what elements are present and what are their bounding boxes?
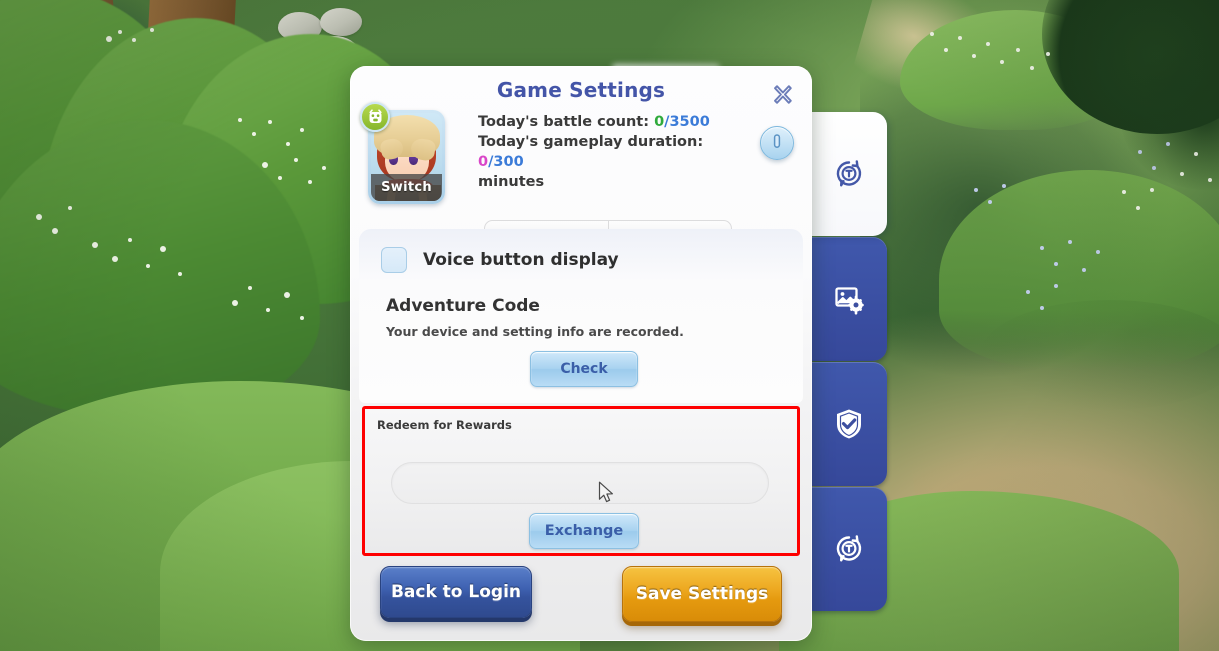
tab-translate-top[interactable] bbox=[811, 112, 887, 236]
flower-speck bbox=[988, 200, 992, 204]
game-settings-dialog: Game Settings Switch Today's battle coun… bbox=[350, 66, 812, 641]
flower-speck bbox=[1138, 150, 1142, 154]
flower-speck bbox=[1000, 60, 1004, 64]
daily-stats: Today's battle count: 0/3500 Today's gam… bbox=[478, 112, 726, 192]
flower-speck bbox=[300, 316, 304, 320]
gameplay-duration-line: Today's gameplay duration: 0/300 minutes bbox=[478, 132, 726, 192]
tab-shield-check[interactable] bbox=[811, 362, 887, 486]
flower-speck bbox=[1054, 262, 1058, 266]
flower-speck bbox=[294, 158, 298, 162]
gameplay-duration-label: Today's gameplay duration: bbox=[478, 134, 704, 150]
flower-speck bbox=[52, 228, 58, 234]
flower-speck bbox=[1040, 246, 1044, 250]
flower-speck bbox=[278, 176, 282, 180]
tab-translate-bottom[interactable] bbox=[811, 487, 887, 611]
flower-speck bbox=[1068, 240, 1072, 244]
flower-speck bbox=[150, 28, 154, 32]
flower-speck bbox=[300, 128, 304, 132]
translate-chat-icon bbox=[832, 157, 866, 191]
flower-speck bbox=[1208, 178, 1212, 182]
flower-speck bbox=[68, 206, 72, 210]
flower-speck bbox=[958, 36, 962, 40]
monster-head-badge-icon bbox=[360, 102, 390, 132]
flower-speck bbox=[232, 300, 238, 306]
adventure-code-heading: Adventure Code bbox=[386, 296, 540, 316]
translate-chat-icon bbox=[832, 532, 866, 566]
flower-speck bbox=[944, 48, 948, 52]
exchange-button[interactable]: Exchange bbox=[529, 513, 639, 549]
flower-speck bbox=[178, 272, 182, 276]
flower-speck bbox=[160, 246, 166, 252]
dialog-header: Switch Today's battle count: 0/3500 Toda… bbox=[350, 102, 812, 237]
adventure-code-description: Your device and setting info are recorde… bbox=[386, 324, 684, 339]
redeem-code-input[interactable] bbox=[391, 462, 769, 504]
flower-speck bbox=[1152, 166, 1156, 170]
flower-speck bbox=[284, 292, 290, 298]
redeem-label: Redeem for Rewards bbox=[377, 418, 512, 432]
battle-count-label: Today's battle count: bbox=[478, 114, 655, 130]
info-i-icon bbox=[768, 132, 786, 154]
battle-count-current: 0 bbox=[654, 114, 665, 130]
flower-speck bbox=[146, 264, 150, 268]
flower-speck bbox=[1166, 142, 1170, 146]
flower-speck bbox=[322, 166, 326, 170]
page-title: Game Settings bbox=[496, 78, 666, 102]
side-tab-rail bbox=[811, 112, 887, 612]
gameplay-duration-current: 0 bbox=[478, 154, 489, 170]
flower-speck bbox=[286, 142, 290, 146]
flower-speck bbox=[268, 120, 272, 124]
back-to-login-button[interactable]: Back to Login bbox=[380, 566, 532, 618]
save-settings-button[interactable]: Save Settings bbox=[622, 566, 782, 622]
flower-speck bbox=[112, 256, 118, 262]
flower-speck bbox=[1150, 188, 1154, 192]
flower-speck bbox=[1136, 206, 1140, 210]
flower-speck bbox=[106, 36, 112, 42]
flower-speck bbox=[308, 180, 312, 184]
flower-speck bbox=[1026, 290, 1030, 294]
avatar[interactable]: Switch bbox=[360, 102, 445, 204]
flower-speck bbox=[1016, 48, 1020, 52]
flower-speck bbox=[132, 38, 136, 42]
tab-image-settings[interactable] bbox=[811, 237, 887, 361]
voice-button-display-label: Voice button display bbox=[423, 250, 619, 270]
shield-check-icon bbox=[833, 407, 865, 441]
flower-speck bbox=[974, 188, 978, 192]
flower-speck bbox=[1040, 306, 1044, 310]
settings-card: Voice button display Adventure Code Your… bbox=[359, 229, 803, 403]
flower-speck bbox=[118, 30, 122, 34]
flower-speck bbox=[36, 214, 42, 220]
gameplay-duration-max: /300 bbox=[488, 154, 524, 170]
flower-speck bbox=[1194, 152, 1198, 156]
flower-speck bbox=[1122, 190, 1126, 194]
flower-speck bbox=[248, 286, 252, 290]
voice-button-display-checkbox[interactable] bbox=[381, 247, 407, 273]
flower-speck bbox=[262, 162, 268, 168]
redeem-for-rewards-section: Redeem for Rewards Exchange bbox=[362, 406, 800, 556]
flower-speck bbox=[1030, 66, 1034, 70]
flower-speck bbox=[1002, 184, 1006, 188]
flower-speck bbox=[1180, 172, 1184, 176]
flower-speck bbox=[986, 42, 990, 46]
battle-count-max: /3500 bbox=[664, 114, 710, 130]
flower-speck bbox=[930, 32, 934, 36]
flower-speck bbox=[266, 308, 270, 312]
flower-speck bbox=[92, 242, 98, 248]
switch-character-label[interactable]: Switch bbox=[371, 174, 442, 201]
flower-speck bbox=[1046, 52, 1050, 56]
flower-speck bbox=[252, 132, 256, 136]
flower-speck bbox=[1096, 250, 1100, 254]
flower-speck bbox=[1054, 284, 1058, 288]
flower-speck bbox=[238, 118, 242, 122]
gameplay-duration-unit: minutes bbox=[478, 174, 545, 190]
battle-count-line: Today's battle count: 0/3500 bbox=[478, 112, 726, 132]
info-button[interactable] bbox=[760, 126, 794, 160]
flower-speck bbox=[128, 238, 132, 242]
image-settings-icon bbox=[833, 283, 865, 315]
voice-button-display-row: Voice button display bbox=[381, 247, 619, 273]
check-button[interactable]: Check bbox=[530, 351, 638, 387]
flower-speck bbox=[972, 54, 976, 58]
flower-speck bbox=[1082, 268, 1086, 272]
